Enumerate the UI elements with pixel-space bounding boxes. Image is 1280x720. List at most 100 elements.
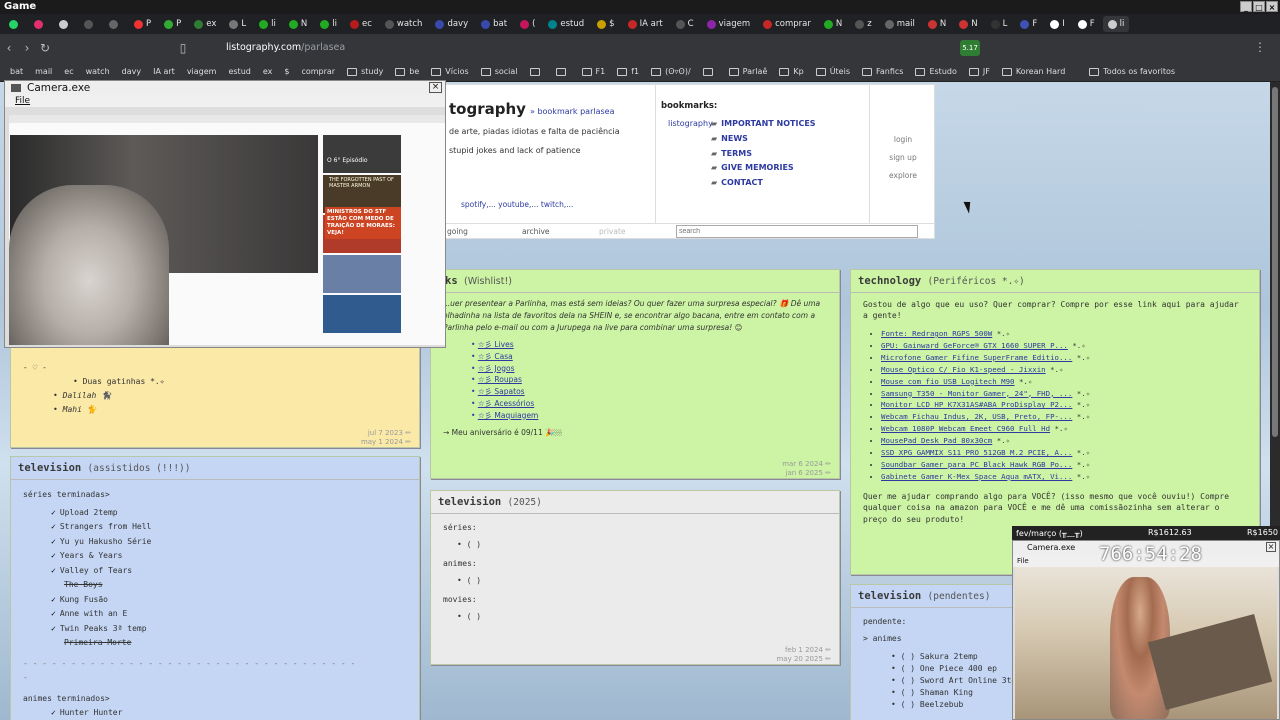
browser-tab[interactable]: bat — [476, 16, 512, 32]
bookmark-item[interactable]: social — [477, 66, 522, 77]
bookmark-item[interactable]: $ — [280, 66, 293, 77]
browser-tab[interactable] — [54, 16, 76, 32]
bookmark-entry[interactable]: ▰ IMPORTANT NOTICES — [711, 117, 816, 132]
wishlist-link[interactable]: • ☆彡 Roupas — [471, 374, 839, 386]
login-link[interactable]: login — [881, 131, 925, 149]
product-link[interactable]: Microfone Gamer Fifine SuperFrame Editio… — [881, 352, 1259, 364]
browser-tab[interactable]: $ — [592, 16, 619, 32]
scrollbar-thumb[interactable] — [1272, 87, 1278, 437]
browser-tab[interactable] — [29, 16, 51, 32]
bookmark-item[interactable]: IA art — [149, 66, 179, 77]
browser-tab[interactable]: F — [1073, 16, 1100, 32]
back-icon[interactable]: ‹ — [0, 41, 18, 55]
browser-tab[interactable]: P — [159, 16, 186, 32]
product-link[interactable]: Soundbar Gamer para PC Black Hawk RGB Po… — [881, 459, 1259, 471]
social-links[interactable]: spotify,... youtube,... twitch,... — [461, 200, 573, 209]
reload-icon[interactable]: ↻ — [36, 41, 54, 55]
camera-file-menu[interactable]: File — [15, 96, 30, 106]
bookmark-item[interactable]: Kp — [775, 66, 807, 77]
bookmark-item[interactable]: bat — [6, 66, 27, 77]
browser-tab[interactable]: comprar — [758, 16, 816, 32]
bookmark-icon[interactable]: ▯ — [174, 41, 192, 55]
bookmark-item[interactable]: F1 — [578, 66, 610, 77]
browser-tab[interactable]: estud — [543, 16, 589, 32]
explore-link[interactable]: explore — [881, 167, 925, 185]
browser-tab[interactable]: ( — [515, 16, 540, 32]
browser-tab[interactable]: F — [1015, 16, 1042, 32]
product-link[interactable]: SSD XPG GAMMIX S11 PRO 512GB M.2 PCIE, A… — [881, 447, 1259, 459]
bookmark-item[interactable]: Vícios — [427, 66, 472, 77]
bookmark-item[interactable]: Korean Hard — [998, 66, 1069, 77]
browser-tab[interactable]: ec — [345, 16, 377, 32]
browser-tab[interactable]: davy — [430, 16, 473, 32]
browser-tab[interactable]: li — [1102, 16, 1130, 32]
bookmark-item[interactable]: comprar — [297, 66, 339, 77]
url-field[interactable]: listography.com/parlasea — [200, 39, 880, 57]
browser-tab[interactable]: N — [284, 16, 312, 32]
browser-tab[interactable] — [79, 16, 101, 32]
browser-tab[interactable]: watch — [380, 16, 428, 32]
product-link[interactable]: GPU: Gainward GeForce® GTX 1660 SUPER P.… — [881, 340, 1259, 352]
bookmark-item[interactable]: Fanfics — [858, 66, 907, 77]
bookmark-item[interactable]: ex — [259, 66, 277, 77]
browser-tab[interactable]: I — [1045, 16, 1070, 32]
bookmark-item[interactable]: Úteis — [812, 66, 854, 77]
browser-tab[interactable]: N — [923, 16, 951, 32]
bookmark-item[interactable]: mail — [31, 66, 56, 77]
camera2-file-menu[interactable]: File — [1017, 557, 1029, 565]
bookmark-item[interactable] — [526, 67, 548, 77]
bookmark-item[interactable] — [552, 67, 574, 77]
bookmark-link[interactable]: » bookmark parlasea — [530, 107, 614, 116]
wishlist-link[interactable]: • ☆彡 Casa — [471, 351, 839, 363]
wishlist-link[interactable]: • ☆彡 Maquiagem — [471, 410, 839, 422]
search-input[interactable] — [676, 225, 918, 238]
wishlist-link[interactable]: • ☆彡 Lives — [471, 339, 839, 351]
bookmark-item[interactable]: be — [391, 66, 423, 77]
bookmark-item[interactable] — [699, 67, 721, 77]
bookmark-item[interactable]: viagem — [183, 66, 221, 77]
product-link[interactable]: Mouse com fio USB Logitech M90 *.✧ — [881, 376, 1259, 388]
camera2-close-button[interactable]: × — [1266, 542, 1276, 552]
browser-tab[interactable]: N — [819, 16, 847, 32]
bookmark-entry[interactable]: ▰ CONTACT — [711, 176, 816, 191]
minimize-button[interactable]: _ — [1240, 1, 1252, 12]
product-link[interactable]: Mouse Optico C/ Fio K1-speed - Jixxin *.… — [881, 364, 1259, 376]
browser-tab[interactable]: IA art — [623, 16, 668, 32]
nav-private[interactable]: private — [599, 227, 626, 236]
bookmark-item[interactable]: Todos os favoritos — [1085, 66, 1179, 77]
close-button[interactable]: × — [1266, 1, 1278, 12]
bookmark-item[interactable]: estud — [224, 66, 254, 77]
browser-tab[interactable]: N — [954, 16, 982, 32]
bookmark-entry[interactable]: ▰ GIVE MEMORIES — [711, 161, 816, 176]
browser-tab[interactable]: ex — [189, 16, 221, 32]
product-link[interactable]: Webcam Fichau Indus, 2K, USB, Preto, FP-… — [881, 411, 1259, 423]
browser-tab[interactable]: P — [129, 16, 156, 32]
nav-archive[interactable]: archive — [522, 227, 550, 236]
bookmark-item[interactable]: (ʘ▿ʘ)/ — [647, 66, 695, 77]
product-link[interactable]: Monitor LCD HP K7X31AS#ABA ProDisplay P2… — [881, 399, 1259, 411]
menu-icon[interactable]: ⋮ — [1254, 40, 1266, 54]
bookmark-item[interactable]: JF — [965, 66, 994, 77]
bookmark-item[interactable]: Parlaê — [725, 66, 772, 77]
browser-tab[interactable] — [4, 16, 26, 32]
wishlist-link[interactable]: • ☆彡 Sapatos — [471, 386, 839, 398]
browser-tab[interactable]: li — [254, 16, 281, 32]
product-link[interactable]: MousePad Desk Pad 80x30cm *.✧ — [881, 435, 1259, 447]
browser-tab[interactable]: li — [315, 16, 342, 32]
bookmark-item[interactable]: davy — [118, 66, 145, 77]
product-link[interactable]: Fonte: Redragon RGPS 500W *.✧ — [881, 328, 1259, 340]
bookmark-item[interactable]: watch — [82, 66, 114, 77]
camera-close-button[interactable]: × — [429, 82, 442, 93]
browser-tab[interactable]: mail — [880, 16, 920, 32]
bookmarks-root[interactable]: listography — [668, 119, 713, 128]
extension-badge[interactable]: 5.17 — [960, 40, 980, 56]
bookmark-entry[interactable]: ▰ NEWS — [711, 132, 816, 147]
browser-tab[interactable]: L — [224, 16, 251, 32]
signup-link[interactable]: sign up — [881, 149, 925, 167]
browser-tab[interactable]: z — [850, 16, 876, 32]
forward-icon[interactable]: › — [18, 41, 36, 55]
browser-tab[interactable]: C — [671, 16, 699, 32]
nav-going[interactable]: going — [447, 227, 468, 236]
browser-tab[interactable]: L — [986, 16, 1013, 32]
browser-tab[interactable]: viagem — [702, 16, 756, 32]
